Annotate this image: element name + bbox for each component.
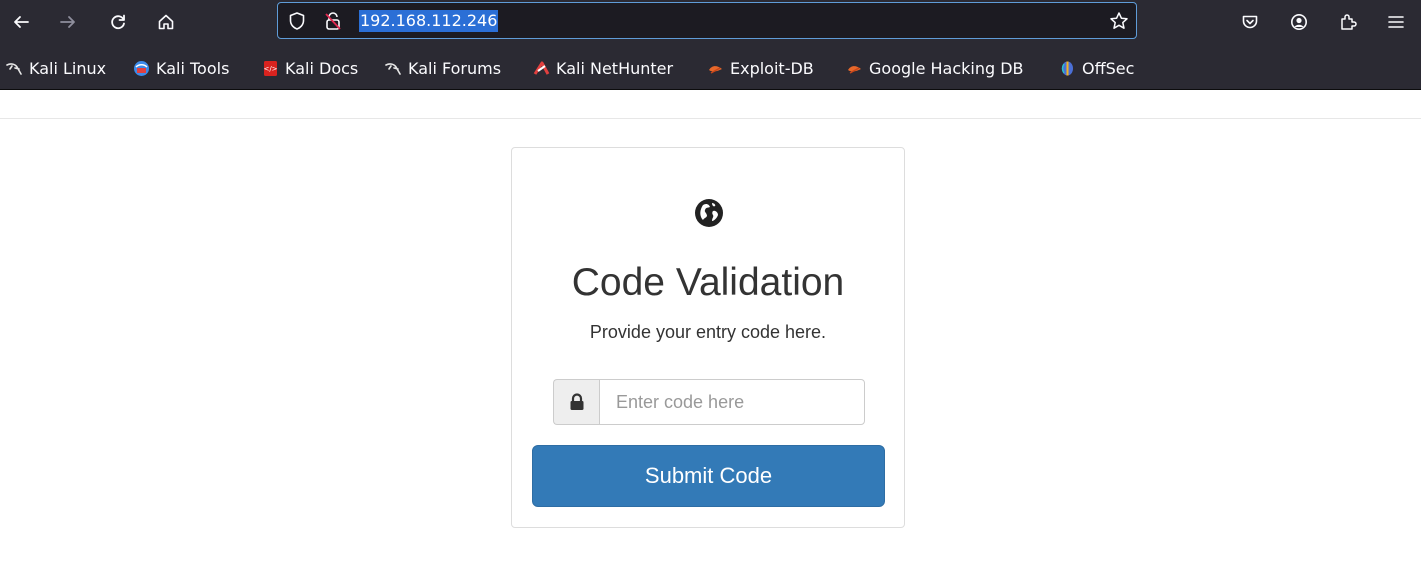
kali-dragon-icon xyxy=(385,60,402,77)
bookmark-label: OffSec xyxy=(1082,58,1135,78)
kali-tools-icon xyxy=(133,60,150,77)
svg-text:</>: </> xyxy=(263,65,277,73)
bookmark-kali-linux[interactable]: Kali Linux xyxy=(6,57,106,79)
extensions-icon xyxy=(1341,14,1357,30)
account-icon xyxy=(1291,14,1307,30)
page-subtitle: Provide your entry code here. xyxy=(589,322,827,342)
reload-button[interactable] xyxy=(103,7,133,37)
bookmark-label: Kali Docs xyxy=(285,58,359,78)
lock-icon xyxy=(570,393,583,410)
insecure-connection-icon[interactable] xyxy=(324,11,342,31)
input-addon xyxy=(553,379,599,425)
bookmark-offsec[interactable]: OffSec xyxy=(1059,57,1134,79)
globe-icon xyxy=(695,199,723,227)
account-button[interactable] xyxy=(1284,7,1314,37)
bookmark-kali-nethunter[interactable]: Kali NetHunter xyxy=(533,57,673,79)
bookmark-label: Kali Forums xyxy=(408,58,502,78)
bookmark-label: Kali Tools xyxy=(156,58,230,78)
forward-arrow-icon xyxy=(60,16,75,28)
browser-toolbar: 192.168.112.246 xyxy=(0,0,1421,44)
menu-button[interactable] xyxy=(1381,7,1411,37)
bookmark-label: Exploit-DB xyxy=(730,58,814,78)
pocket-button[interactable] xyxy=(1235,7,1265,37)
star-icon[interactable] xyxy=(1109,11,1129,31)
exploit-db-icon xyxy=(707,60,724,77)
back-arrow-icon xyxy=(14,16,29,28)
back-button[interactable] xyxy=(6,7,36,37)
bookmark-google-hacking-db[interactable]: Google Hacking DB xyxy=(846,57,1024,79)
reload-icon xyxy=(111,14,125,30)
bookmark-label: Kali NetHunter xyxy=(556,58,674,78)
kali-dragon-icon xyxy=(6,60,23,77)
bookmark-kali-forums[interactable]: Kali Forums xyxy=(385,57,501,79)
code-validation-card: Code Validation Provide your entry code … xyxy=(511,147,905,528)
bookmark-label: Google Hacking DB xyxy=(869,58,1024,78)
code-input[interactable] xyxy=(599,379,865,425)
page-divider xyxy=(0,118,1421,119)
bookmark-kali-tools[interactable]: Kali Tools xyxy=(133,57,229,79)
extensions-button[interactable] xyxy=(1333,7,1363,37)
bookmark-exploit-db[interactable]: Exploit-DB xyxy=(707,57,814,79)
bookmarks-toolbar: Kali Linux Kali Tools </> Kali Docs Kali… xyxy=(0,44,1421,90)
page-title: Code Validation xyxy=(571,261,845,304)
home-icon xyxy=(158,14,174,30)
pocket-icon xyxy=(1242,15,1258,29)
exploit-db-icon xyxy=(846,60,863,77)
tracking-protection-shield-icon[interactable] xyxy=(288,11,306,31)
nethunter-icon xyxy=(533,60,550,77)
submit-code-button[interactable]: Submit Code xyxy=(532,445,885,507)
home-button[interactable] xyxy=(151,7,181,37)
hamburger-menu-icon xyxy=(1388,16,1404,28)
offsec-icon xyxy=(1059,60,1076,77)
code-input-group xyxy=(553,379,865,425)
bookmark-kali-docs[interactable]: </> Kali Docs xyxy=(262,57,358,79)
kali-docs-icon: </> xyxy=(262,60,279,77)
forward-button[interactable] xyxy=(53,7,83,37)
bookmark-label: Kali Linux xyxy=(29,58,107,78)
url-text[interactable]: 192.168.112.246 xyxy=(359,10,499,32)
address-bar[interactable]: 192.168.112.246 xyxy=(277,2,1137,39)
